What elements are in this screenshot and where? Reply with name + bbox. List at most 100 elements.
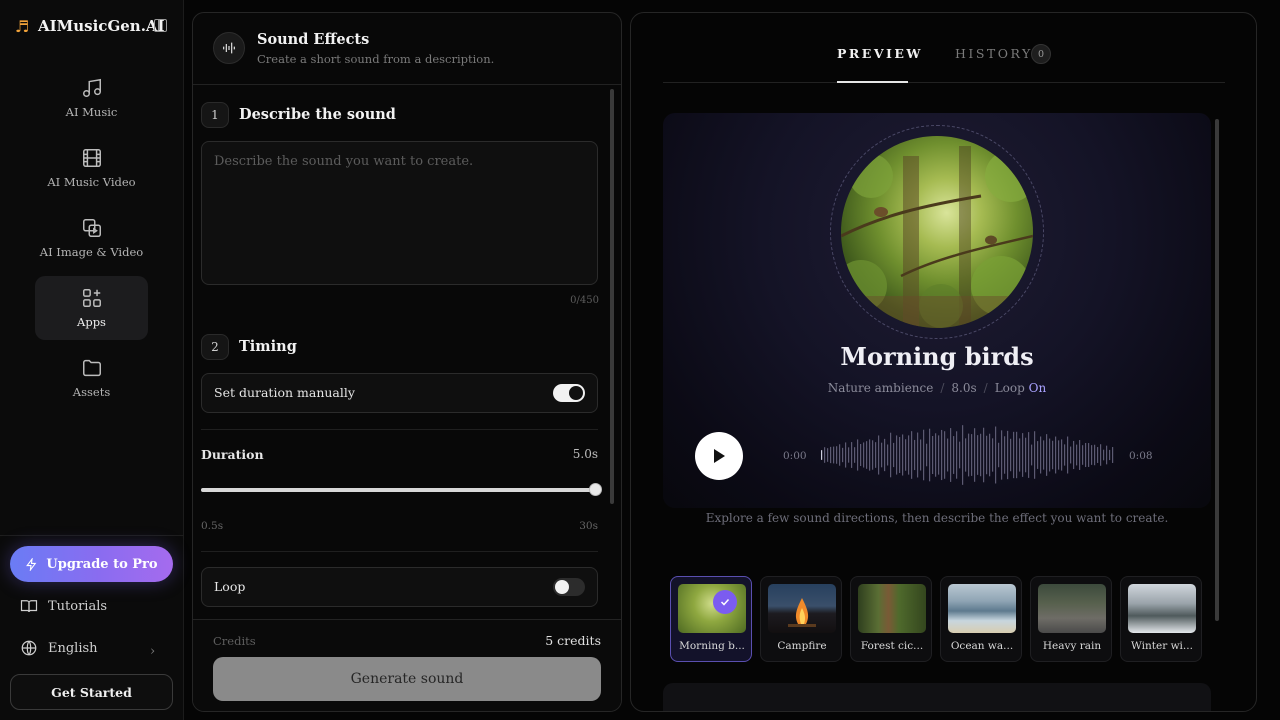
film-icon: [82, 149, 101, 167]
sidebar-item-label: AI Music Video: [47, 175, 136, 189]
waveform-bar: [851, 442, 853, 468]
hint-text: Explore a few sound directions, then des…: [705, 511, 1169, 525]
waveform-bar: [1028, 432, 1030, 478]
waveform-bar: [908, 435, 910, 475]
language-selector[interactable]: English: [20, 636, 98, 660]
preset-forest-cicadas[interactable]: Forest cic...: [850, 576, 932, 662]
sidebar-item-label: Assets: [72, 385, 111, 399]
generate-sound-button[interactable]: Generate sound: [213, 657, 601, 701]
waveform-icon: [213, 32, 245, 64]
waveform-bar: [1109, 449, 1111, 461]
duration-value: 5.0s: [572, 447, 598, 461]
waveform-bar: [974, 428, 976, 482]
upgrade-button[interactable]: Upgrade to Pro: [10, 546, 173, 582]
check-icon: [713, 590, 737, 614]
globe-icon: [21, 640, 37, 656]
waveform-bar: [830, 446, 832, 464]
tab-preview[interactable]: PREVIEW: [837, 46, 923, 61]
waveform-bar: [956, 431, 958, 479]
waveform-bar: [1034, 431, 1036, 479]
sidebar-item-label: Apps: [77, 315, 106, 329]
sidebar-item-ai-music-video[interactable]: AI Music Video: [35, 136, 148, 200]
music-note-icon: [82, 78, 101, 97]
waveform-bar: [1097, 447, 1099, 463]
preset-heavy-rain[interactable]: Heavy rain: [1030, 576, 1112, 662]
waveform-bar: [1100, 444, 1102, 466]
step-title: Timing: [239, 338, 297, 355]
manual-duration-toggle[interactable]: [553, 384, 585, 402]
waveform-bar: [947, 438, 949, 472]
upgrade-label: Upgrade to Pro: [46, 556, 158, 572]
play-button[interactable]: [695, 432, 743, 480]
preset-list: Morning b... Campfire Forest cic... Ocea…: [670, 576, 1210, 662]
character-count: 0/450: [570, 295, 599, 306]
waveform-bar: [989, 433, 991, 477]
waveform-bar: [905, 439, 907, 471]
waveform-bar: [1043, 440, 1045, 470]
waveform-bar: [1082, 445, 1084, 465]
duration-max: 30s: [579, 520, 598, 532]
scrollbar[interactable]: [1215, 119, 1219, 621]
preset-label: Forest cic...: [860, 640, 924, 652]
preset-morning-birds[interactable]: Morning b...: [670, 576, 752, 662]
preset-ocean-waves[interactable]: Ocean wa...: [940, 576, 1022, 662]
credits-label: Credits: [213, 634, 256, 648]
loop-label: Loop: [214, 579, 246, 594]
sidebar-collapse-icon[interactable]: [154, 19, 167, 32]
preset-image: [1128, 584, 1196, 633]
waveform-bar: [938, 435, 940, 475]
waveform-bar: [1055, 436, 1057, 474]
separator-slash: /: [940, 381, 945, 395]
sidebar-item-label: AI Image & Video: [39, 245, 144, 259]
waveform[interactable]: [821, 422, 1116, 488]
preset-campfire[interactable]: Campfire: [760, 576, 842, 662]
scrollbar[interactable]: [610, 89, 614, 504]
preset-image: [768, 584, 836, 633]
waveform-bar: [887, 444, 889, 466]
waveform-bar: [863, 442, 865, 468]
tutorials-link[interactable]: Tutorials: [20, 594, 107, 618]
waveform-bar: [914, 439, 916, 471]
sidebar-divider: [0, 535, 184, 536]
get-started-button[interactable]: Get Started: [10, 674, 173, 710]
panel-header: Sound Effects Create a short sound from …: [193, 13, 621, 85]
loop-toggle[interactable]: [553, 578, 585, 596]
duration-slider[interactable]: [201, 483, 602, 496]
preset-winter-wind[interactable]: Winter wi...: [1120, 576, 1202, 662]
waveform-bar: [1061, 439, 1063, 471]
apps-grid-icon: [82, 289, 101, 307]
tab-history[interactable]: HISTORY: [955, 46, 1033, 61]
description-input[interactable]: [202, 142, 597, 284]
time-end: 0:08: [1129, 450, 1153, 462]
waveform-bar: [1013, 431, 1015, 479]
sidebar-item-apps[interactable]: Apps: [35, 276, 148, 340]
waveform-bar: [1037, 441, 1039, 469]
preset-image: [858, 584, 926, 633]
manual-duration-label: Set duration manually: [214, 385, 355, 400]
slider-thumb[interactable]: [589, 483, 602, 496]
waveform-bar: [1094, 444, 1096, 466]
sound-category: Nature ambience: [827, 381, 934, 395]
credits-value: 5 credits: [545, 633, 601, 648]
waveform-bar: [1091, 445, 1093, 465]
waveform-bar: [1073, 440, 1075, 470]
waveform-bar: [971, 434, 973, 476]
waveform-bar: [1049, 438, 1051, 472]
preview-stage: Morning birds Nature ambience / 8.0s / Loop …: [663, 113, 1211, 508]
waveform-bar: [980, 433, 982, 477]
waveform-bar: [872, 440, 874, 470]
slider-fill: [201, 488, 595, 492]
waveform-bar: [1076, 444, 1078, 466]
sidebar-item-ai-image-video[interactable]: AI Image & Video: [35, 206, 148, 270]
preview-panel: PREVIEW HISTORY 0 Morning birds Nature a…: [630, 12, 1257, 712]
preset-label: Heavy rain: [1042, 640, 1102, 652]
bottom-card: [663, 683, 1211, 711]
duration-min: 0.5s: [201, 520, 224, 532]
waveform-bar: [821, 450, 823, 460]
sidebar-item-assets[interactable]: Assets: [35, 346, 148, 410]
loop-meta-label: Loop: [994, 381, 1025, 395]
brand[interactable]: ♬ AIMusicGen.AI: [14, 14, 165, 38]
sidebar-item-ai-music[interactable]: AI Music: [35, 66, 148, 130]
lightning-icon: [26, 557, 37, 571]
waveform-bar: [935, 433, 937, 477]
